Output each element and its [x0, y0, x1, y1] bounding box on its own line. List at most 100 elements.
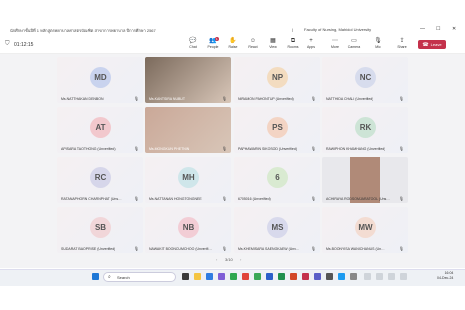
participant-tile[interactable]: MD Ms.NATTHAKAN DENBON 🎙: [57, 57, 143, 103]
participant-name: RAWIPHON KHAMHANG (Unverified): [326, 147, 386, 151]
participant-tile[interactable]: MW Ms.BOONYISA WANICHANUS (Un… 🎙: [322, 207, 408, 253]
toolbar-label: Rooms: [287, 45, 299, 49]
participant-avatar: MS: [267, 217, 288, 238]
bottom-margin: [0, 286, 465, 310]
muted-mic-icon: 🎙: [133, 96, 139, 101]
toolbar-view-button[interactable]: ▦ View: [264, 37, 282, 53]
toolbar-raise-button[interactable]: ✋ Raise: [224, 37, 242, 53]
participant-avatar: NP: [267, 67, 288, 88]
participant-name: Ms.KHEMISARA SAENGKAEW (Unv…: [238, 247, 300, 251]
muted-mic-icon: 🎙: [221, 146, 227, 151]
acrobat-icon[interactable]: [302, 273, 309, 280]
participant-name: RATANAPHORN CHARNPHAT (Uns…: [61, 197, 122, 201]
muted-mic-icon: 🎙: [133, 196, 139, 201]
toolbar-label: People: [207, 45, 219, 49]
apps-icon: +: [309, 38, 313, 44]
close-button[interactable]: ✕: [452, 26, 456, 32]
page-indicator: 3/10: [225, 257, 233, 262]
toolbar-camera-button[interactable]: ▭ Camera: [345, 37, 363, 53]
participant-tile[interactable]: Ms.MONGKUN PHETNIN 🎙: [145, 107, 231, 153]
taskbar-clock[interactable]: 16:04 04-Dec-24: [437, 271, 453, 281]
toolbar-react-button[interactable]: ☺ React: [244, 37, 262, 53]
app-icon-blue[interactable]: [338, 273, 345, 280]
participant-tile[interactable]: NB NAWAKIT BOONCUMCHOO (Unverifi… 🎙: [145, 207, 231, 253]
app-icon-misc[interactable]: [350, 273, 357, 280]
search-icon: ⌕: [108, 274, 111, 280]
toolbar-label: Mic: [375, 45, 381, 49]
participant-tile[interactable]: NC NATTHIDA CHALI (Unverified) 🎙: [322, 57, 408, 103]
participant-tile[interactable]: MH Ms.NATTANAN HONGTONGNEE 🎙: [145, 157, 231, 203]
volume-icon[interactable]: [388, 273, 395, 280]
participant-tile[interactable]: SB SUDARAT BAOPRISE (Unverified) 🎙: [57, 207, 143, 253]
toolbar-label: Chat: [189, 45, 197, 49]
muted-mic-icon: 🎙: [221, 246, 227, 251]
file-explorer-icon[interactable]: [194, 273, 201, 280]
title-separator: |: [292, 27, 294, 32]
participant-tile[interactable]: ACHIRAYA RODSOMJARATOOL (Uns… 🎙: [322, 157, 408, 203]
minimize-button[interactable]: —: [420, 26, 425, 32]
meeting-title: นักศึกษาชั้นปีที่ 1 หลักสูตรพยาบาลศาสตรบ…: [10, 28, 156, 33]
participant-tile[interactable]: PS PAPHAWARIN SIKOSOD (Unverified) 🎙: [234, 107, 320, 153]
participant-tile[interactable]: AT APISARA TAOTHONG (Unverified) 🎙: [57, 107, 143, 153]
chrome-icon[interactable]: [230, 273, 237, 280]
hand-icon: ✋: [229, 38, 237, 44]
participant-tile[interactable]: MS Ms.KHEMISARA SAENGKAEW (Unv… 🎙: [234, 207, 320, 253]
toolbar-label: Apps: [307, 45, 315, 49]
muted-mic-icon: 🎙: [398, 246, 404, 251]
title-bar: นักศึกษาชั้นปีที่ 1 หลักสูตรพยาบาลศาสตรบ…: [0, 24, 465, 36]
app-icon-grey[interactable]: [326, 273, 333, 280]
windows-start-icon[interactable]: [92, 273, 99, 280]
toolbar-people-button[interactable]: 👥 People 1: [204, 37, 222, 53]
teams-icon[interactable]: [218, 273, 225, 280]
participant-avatar: MH: [178, 167, 199, 188]
toolbar-more-button[interactable]: ⋯ More: [326, 37, 344, 53]
participant-tile[interactable]: 6 6705016 (Unverified) 🎙: [234, 157, 320, 203]
muted-mic-icon: 🎙: [133, 246, 139, 251]
muted-mic-icon: 🎙: [221, 196, 227, 201]
rooms-icon: ⧉: [290, 38, 296, 44]
prev-page-button[interactable]: ‹: [216, 257, 217, 262]
edge-icon[interactable]: [206, 273, 213, 280]
chat-icon: 💬: [189, 38, 197, 44]
participant-avatar: RK: [355, 117, 376, 138]
task-view-icon[interactable]: [182, 273, 189, 280]
next-page-button[interactable]: ›: [240, 257, 241, 262]
search-placeholder: Search: [117, 275, 130, 280]
leave-button[interactable]: ☎ Leave: [418, 40, 446, 49]
toolbar-label: More: [331, 45, 339, 49]
meeting-timer: 01:12:15: [14, 42, 34, 48]
participant-name: NIRAMON PAHONTUP (Unverified): [238, 97, 294, 101]
clock-date: 04-Dec-24: [437, 276, 454, 280]
participant-tile[interactable]: RC RATANAPHORN CHARNPHAT (Uns… 🎙: [57, 157, 143, 203]
toolbar-mic-button[interactable]: 🎙 Mic: [369, 37, 387, 53]
toolbar-share-button[interactable]: ⇪ Share: [393, 37, 411, 53]
excel-icon[interactable]: [278, 273, 285, 280]
participant-tile[interactable]: NP NIRAMON PAHONTUP (Unverified) 🎙: [234, 57, 320, 103]
participant-name: SUDARAT BAOPRISE (Unverified): [61, 247, 116, 251]
toolbar-rooms-button[interactable]: ⧉ Rooms: [284, 37, 302, 53]
participant-tile[interactable]: Ms.KANTSIRA NUBUT 🎙: [145, 57, 231, 103]
participant-avatar: SB: [90, 217, 111, 238]
system-tray-icon[interactable]: [364, 273, 371, 280]
powerpoint-icon[interactable]: [290, 273, 297, 280]
app-icon-red[interactable]: [242, 273, 249, 280]
shield-icon: ⛉: [5, 41, 10, 47]
muted-mic-icon: 🎙: [398, 196, 404, 201]
leave-label: Leave: [430, 42, 442, 47]
word-icon[interactable]: [266, 273, 273, 280]
participant-name: NAWAKIT BOONCUMCHOO (Unverifi…: [149, 247, 212, 251]
battery-icon[interactable]: [400, 273, 407, 280]
line-icon[interactable]: [254, 273, 261, 280]
mic-icon: 🎙: [374, 38, 382, 44]
app-icon-purple[interactable]: [314, 273, 321, 280]
muted-mic-icon: 🎙: [133, 146, 139, 151]
wifi-icon[interactable]: [376, 273, 383, 280]
taskbar-search[interactable]: ⌕ Search: [103, 272, 176, 282]
participant-avatar: MD: [90, 67, 111, 88]
participant-tile[interactable]: RK RAWIPHON KHAMHANG (Unverified) 🎙: [322, 107, 408, 153]
toolbar-apps-button[interactable]: + Apps: [302, 37, 320, 53]
maximize-button[interactable]: ☐: [436, 26, 440, 32]
muted-mic-icon: 🎙: [310, 196, 316, 201]
participant-name: Ms.KANTSIRA NUBUT: [149, 97, 185, 101]
toolbar-chat-button[interactable]: 💬 Chat: [184, 37, 202, 53]
